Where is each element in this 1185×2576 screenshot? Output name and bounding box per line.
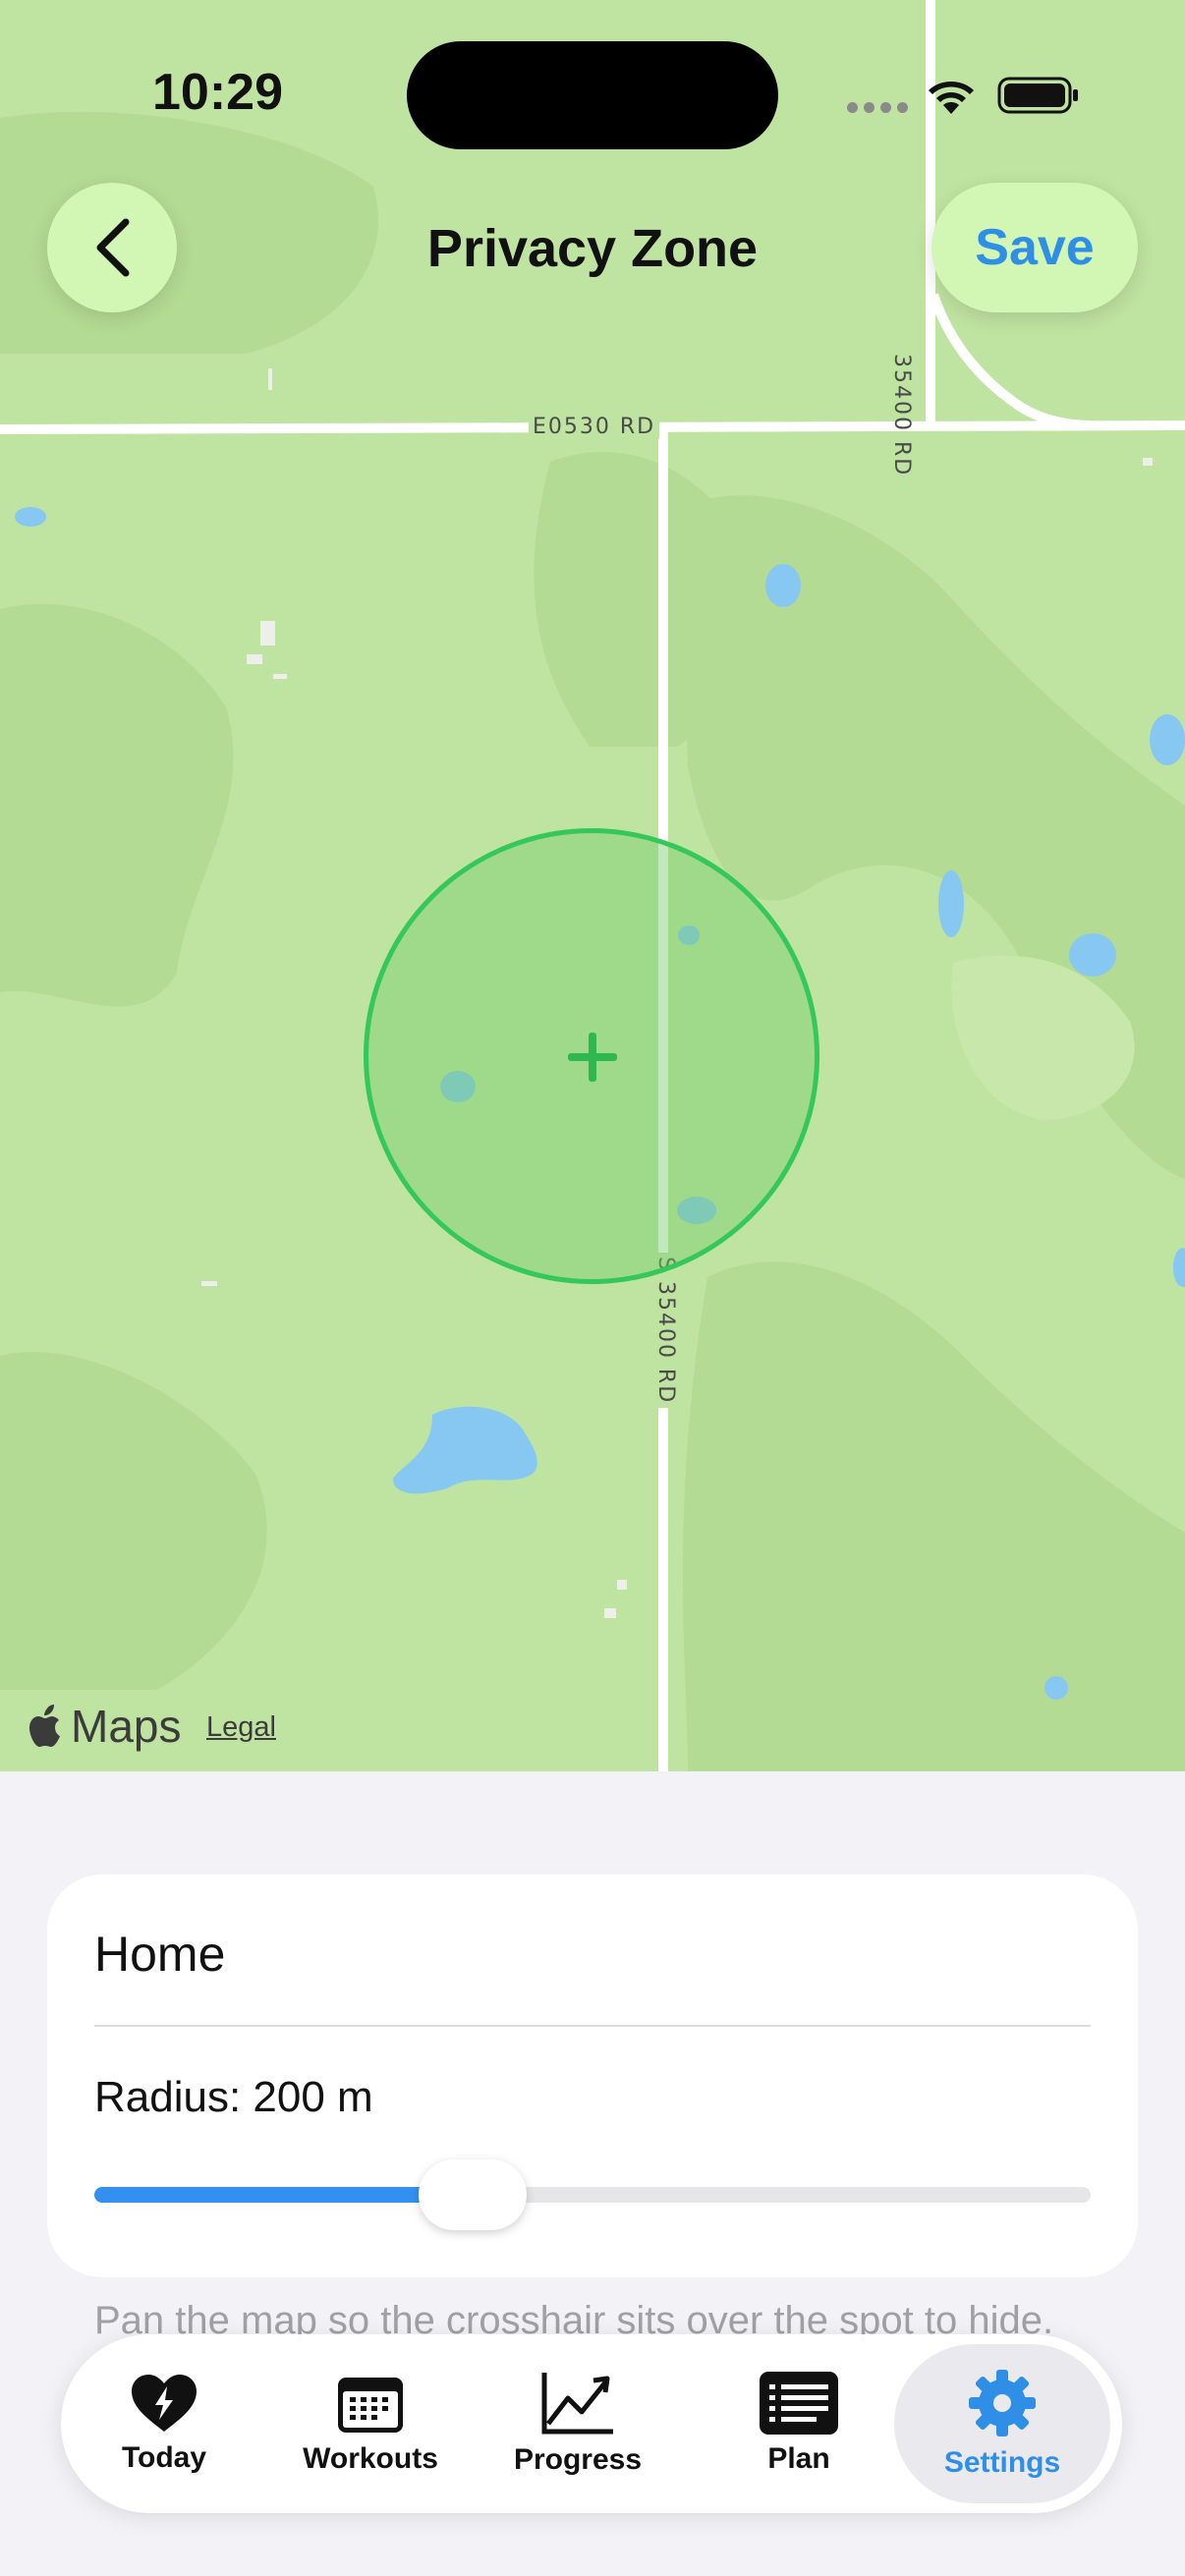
chart-line-icon xyxy=(541,2373,613,2435)
wifi-icon xyxy=(929,82,974,114)
gear-icon xyxy=(969,2370,1036,2436)
tab-today[interactable]: Today xyxy=(81,2344,248,2503)
tab-bar: Today Workouts Progress Plan Settings xyxy=(61,2334,1122,2513)
tab-label: Plan xyxy=(767,2442,830,2475)
calendar-icon xyxy=(338,2378,403,2433)
radius-slider[interactable] xyxy=(94,2159,1091,2230)
tab-settings[interactable]: Settings xyxy=(894,2344,1110,2503)
crosshair-icon xyxy=(568,1033,617,1082)
dynamic-island xyxy=(407,41,778,149)
tab-plan[interactable]: Plan xyxy=(725,2344,873,2503)
legal-link[interactable]: Legal xyxy=(206,1711,276,1744)
tab-progress[interactable]: Progress xyxy=(493,2344,662,2503)
road-label-s35400: S 35400 RD xyxy=(653,1253,678,1409)
card-divider xyxy=(94,2025,1091,2027)
heart-bolt-icon xyxy=(132,2375,197,2432)
tab-label: Workouts xyxy=(303,2442,438,2475)
road-label-e0530: E0530 RD xyxy=(529,415,660,439)
road-label-35400-north: 35400 RD xyxy=(889,354,914,477)
radius-label: Radius: 200 m xyxy=(94,2073,373,2121)
maps-attribution: Maps xyxy=(28,1700,181,1753)
tab-label: Today xyxy=(121,2441,207,2474)
tab-workouts[interactable]: Workouts xyxy=(279,2344,462,2503)
list-icon xyxy=(760,2372,838,2435)
maps-label: Maps xyxy=(71,1701,182,1752)
tab-label: Progress xyxy=(513,2443,643,2476)
slider-thumb[interactable] xyxy=(419,2159,528,2230)
screen: E0530 RD 35400 RD S 35400 RD Maps Legal … xyxy=(0,0,1185,2576)
cellular-signal-icon xyxy=(847,102,908,113)
tab-label: Settings xyxy=(943,2446,1061,2479)
status-time: 10:29 xyxy=(152,64,283,121)
slider-fill xyxy=(94,2187,474,2203)
zone-settings-card: Home Radius: 200 m xyxy=(47,1875,1138,2277)
save-button[interactable]: Save xyxy=(931,183,1138,312)
apple-logo-icon xyxy=(29,1705,60,1747)
battery-icon xyxy=(997,77,1078,114)
zone-name-field[interactable]: Home xyxy=(94,1926,225,1983)
